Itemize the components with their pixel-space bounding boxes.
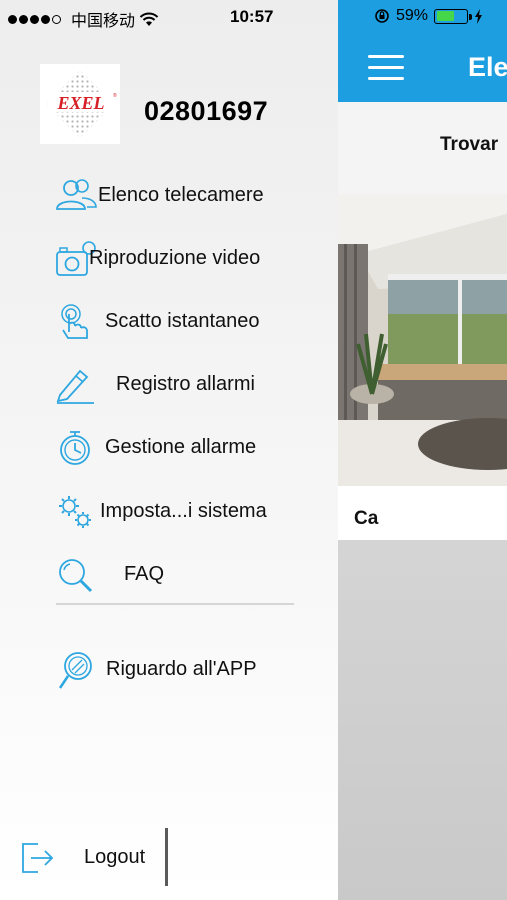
status-right: 59% — [374, 7, 483, 25]
battery-icon — [434, 8, 473, 24]
menu-divider — [56, 603, 294, 605]
menu-icon[interactable] — [368, 55, 404, 88]
about-icon — [58, 652, 92, 689]
alarm-clock-icon — [60, 431, 90, 465]
battery-percent: 59% — [396, 7, 429, 24]
menu-item-alarm-management[interactable]: Gestione allarme — [0, 428, 338, 468]
camera-preview-image[interactable] — [338, 194, 507, 486]
menu-item-snapshot[interactable]: Scatto istantaneo — [0, 302, 338, 342]
charging-icon — [475, 8, 483, 24]
main-panel: Ele Trovar Ca — [338, 0, 507, 900]
menu-label: Gestione allarme — [105, 436, 257, 458]
orientation-lock-icon — [375, 9, 389, 23]
logout-icon — [22, 843, 54, 873]
menu-item-about[interactable]: Riguardo all'APP — [0, 650, 338, 690]
signal-carrier: 中国移动 — [8, 7, 159, 31]
menu-item-video-playback[interactable]: Riproduzione video — [0, 239, 338, 279]
carrier-name: 中国移动 — [71, 13, 136, 30]
status-time: 10:57 — [230, 7, 274, 26]
pencil-icon — [56, 369, 94, 404]
touch-icon — [61, 304, 88, 339]
gears-icon — [59, 496, 91, 528]
svg-text:EXEL: EXEL — [56, 93, 104, 113]
menu-label: Logout — [84, 846, 146, 868]
svg-text:®: ® — [113, 92, 117, 99]
menu-label: Riproduzione video — [89, 247, 261, 269]
status-bar: 中国移动 10:57 59% — [0, 0, 507, 34]
camera-card[interactable]: Ca — [338, 194, 507, 540]
menu-label: Scatto istantaneo — [105, 310, 260, 332]
brand-logo: EXEL ® — [40, 64, 120, 144]
drawer-edge-indicator — [165, 828, 168, 886]
side-drawer: EXEL ® 02801697 Elenco telecamere Riprod… — [0, 0, 338, 900]
menu-item-system-settings[interactable]: Imposta...i sistema — [0, 492, 338, 532]
menu-label: Riguardo all'APP — [106, 658, 257, 680]
menu-label: Elenco telecamere — [98, 184, 264, 206]
search-bar-label: Trovar — [440, 134, 499, 155]
menu-label: FAQ — [124, 563, 165, 585]
device-id: 02801697 — [144, 96, 269, 126]
users-icon — [56, 179, 97, 210]
menu-label: Registro allarmi — [116, 373, 255, 395]
wifi-icon — [139, 12, 159, 26]
signal-strength-icon — [8, 14, 61, 24]
menu-item-faq[interactable]: FAQ — [0, 555, 338, 595]
magnifier-icon — [59, 559, 93, 593]
menu-item-camera-list[interactable]: Elenco telecamere — [0, 176, 338, 216]
page-title: Ele — [468, 52, 507, 82]
logout-button[interactable]: Logout — [0, 838, 338, 878]
search-bar[interactable]: Trovar — [338, 102, 507, 194]
menu-item-alarm-log[interactable]: Registro allarmi — [0, 365, 338, 405]
menu-label: Imposta...i sistema — [100, 500, 267, 522]
camera-name: Ca — [354, 508, 379, 529]
